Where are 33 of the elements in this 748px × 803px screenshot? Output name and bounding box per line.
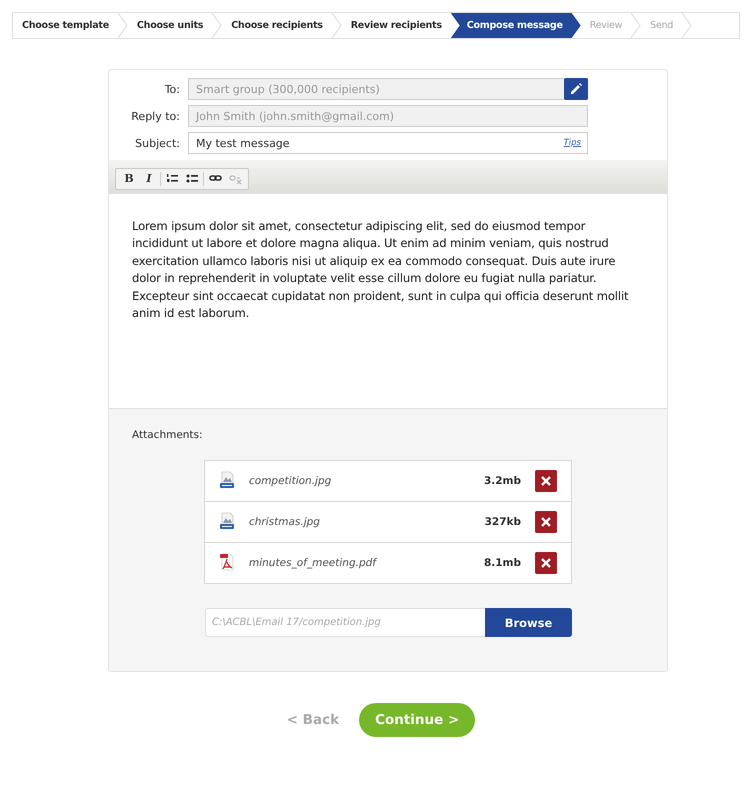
file-size: 3.2mb: [484, 475, 521, 487]
attachments-label: Attachments:: [132, 429, 204, 441]
italic-button[interactable]: I: [140, 170, 158, 188]
file-size: 8.1mb: [484, 557, 521, 569]
field-label: To:: [164, 82, 181, 96]
field-label: Subject:: [134, 136, 181, 150]
remove-button[interactable]: [535, 511, 557, 533]
file-size: 327kb: [484, 516, 521, 528]
pencil-icon: [571, 83, 582, 94]
bold-button[interactable]: B: [120, 170, 138, 188]
input-field[interactable]: My test message Tips: [188, 132, 588, 154]
browse-button[interactable]: Browse: [485, 608, 572, 637]
image-file-icon: [218, 512, 236, 530]
wizard-step[interactable]: Review recipients: [342, 13, 451, 38]
close-icon: [540, 516, 552, 528]
image-file-icon: [218, 470, 236, 488]
wizard-step[interactable]: Choose recipients: [222, 13, 332, 38]
file-name: competition.jpg: [249, 475, 332, 487]
file-name: minutes_of_meeting.pdf: [249, 557, 376, 569]
remove-button[interactable]: [535, 552, 557, 574]
close-icon: [540, 475, 552, 487]
tips-link[interactable]: Tips: [564, 138, 581, 148]
wizard-step[interactable]: Choose template: [13, 13, 118, 38]
close-icon: [540, 557, 552, 569]
file-name: christmas.jpg: [249, 516, 320, 528]
field-label: Reply to:: [130, 110, 181, 122]
wizard-step[interactable]: Choose units: [128, 13, 212, 38]
file-path-field[interactable]: C:\ACBL\Email 17/competition.jpg: [205, 608, 485, 637]
ordered-list-icon: [166, 172, 178, 185]
bullet-list-icon: [186, 172, 198, 185]
wizard-step[interactable]: Compose message: [450, 13, 581, 38]
remove-button[interactable]: [535, 470, 557, 492]
pdf-file-icon: [218, 552, 236, 570]
